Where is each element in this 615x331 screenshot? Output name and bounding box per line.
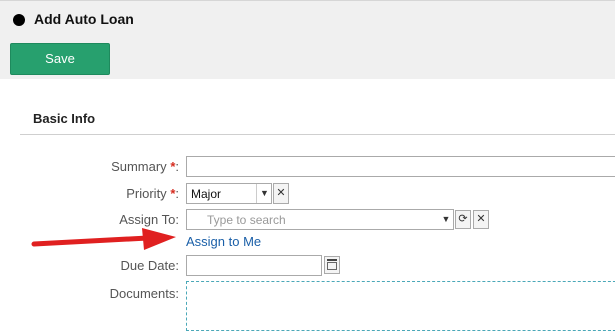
assign-to-placeholder: Type to search	[207, 213, 286, 227]
priority-select[interactable]: Major ▼	[186, 183, 272, 204]
calendar-icon[interactable]	[324, 256, 340, 274]
label-colon: :	[175, 186, 179, 201]
documents-drop-zone[interactable]	[186, 281, 615, 331]
summary-label-text: Summary	[111, 159, 167, 174]
label-colon: :	[175, 159, 179, 174]
due-date-input[interactable]	[186, 255, 322, 276]
page-title: Add Auto Loan	[34, 11, 134, 27]
summary-input[interactable]	[186, 156, 615, 177]
annotation-arrow	[31, 228, 176, 250]
close-icon[interactable]: ✕	[273, 183, 289, 204]
save-button[interactable]: Save	[10, 43, 110, 75]
chevron-down-icon[interactable]: ▼	[256, 184, 272, 203]
filled-circle-icon	[13, 14, 25, 26]
assign-to-label: Assign To:	[119, 212, 179, 227]
priority-label: Priority *:	[126, 186, 179, 201]
close-icon[interactable]: ✕	[473, 210, 489, 229]
assign-to-me-link[interactable]: Assign to Me	[186, 234, 261, 249]
summary-label: Summary *:	[111, 159, 179, 174]
assign-to-search-input[interactable]: Type to search ▼	[186, 209, 454, 230]
priority-label-text: Priority	[126, 186, 167, 201]
refresh-icon[interactable]: ⟳	[455, 210, 471, 229]
priority-value: Major	[191, 187, 222, 201]
calendar-icon-body	[327, 262, 337, 270]
chevron-down-icon[interactable]: ▼	[439, 210, 453, 229]
section-title: Basic Info	[33, 111, 96, 126]
due-date-label: Due Date:	[120, 258, 179, 273]
calendar-icon-top	[327, 259, 337, 261]
documents-label: Documents:	[109, 286, 179, 301]
section-divider	[20, 134, 615, 135]
